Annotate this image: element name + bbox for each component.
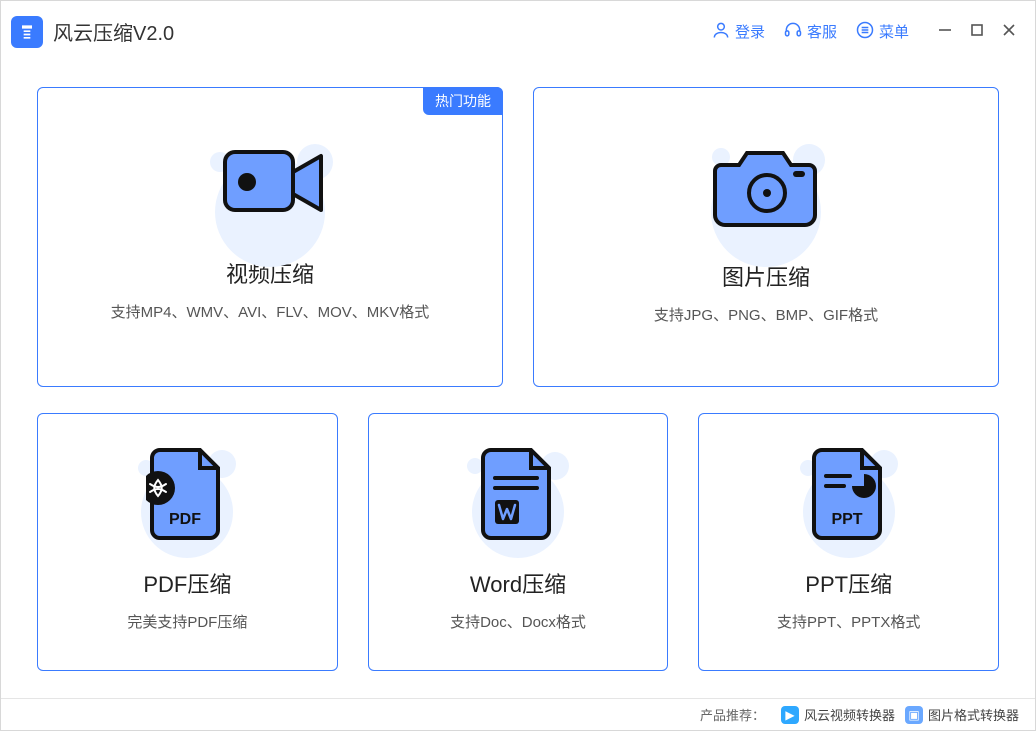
card-title: 图片压缩 bbox=[722, 260, 810, 292]
main-content: 热门功能 视频压缩 支持MP4、WMV、AVI、FLV、MOV、MKV格式 bbox=[1, 63, 1035, 707]
service-label: 客服 bbox=[807, 21, 837, 42]
recommend-app-label: 风云视频转换器 bbox=[804, 705, 895, 724]
card-subtitle: 支持PPT、PPTX格式 bbox=[777, 611, 920, 632]
card-word-compress[interactable]: Word压缩 支持Doc、Docx格式 bbox=[368, 413, 669, 671]
menu-label: 菜单 bbox=[879, 21, 909, 42]
card-row-top: 热门功能 视频压缩 支持MP4、WMV、AVI、FLV、MOV、MKV格式 bbox=[37, 87, 999, 387]
card-subtitle: 支持MP4、WMV、AVI、FLV、MOV、MKV格式 bbox=[111, 301, 430, 322]
svg-text:PDF: PDF bbox=[169, 511, 201, 528]
pdf-file-icon: PDF bbox=[146, 446, 228, 549]
recommend-app-image-converter[interactable]: ▣ 图片格式转换器 bbox=[905, 705, 1019, 724]
play-icon: ▶ bbox=[781, 706, 799, 724]
service-button[interactable]: 客服 bbox=[783, 20, 837, 44]
image-icon: ▣ bbox=[905, 706, 923, 724]
card-row-bottom: PDF PDF压缩 完美支持PDF压缩 bbox=[37, 413, 999, 671]
recommend-app-video-converter[interactable]: ▶ 风云视频转换器 bbox=[781, 705, 895, 724]
maximize-button[interactable] bbox=[963, 18, 991, 46]
hot-badge: 热门功能 bbox=[423, 87, 503, 115]
card-ppt-compress[interactable]: PPT PPT压缩 支持PPT、PPTX格式 bbox=[698, 413, 999, 671]
card-subtitle: 支持JPG、PNG、BMP、GIF格式 bbox=[654, 304, 878, 325]
card-title: PDF压缩 bbox=[143, 567, 231, 599]
login-label: 登录 bbox=[735, 21, 765, 42]
recommend-app-label: 图片格式转换器 bbox=[928, 705, 1019, 724]
titlebar: 风云压缩V2.0 登录 客服 菜单 bbox=[1, 1, 1035, 63]
footer: 产品推荐： ▶ 风云视频转换器 ▣ 图片格式转换器 bbox=[1, 698, 1035, 730]
word-file-icon bbox=[477, 446, 559, 549]
app-logo-icon bbox=[11, 16, 43, 48]
app-title: 风云压缩V2.0 bbox=[53, 17, 174, 46]
card-pdf-compress[interactable]: PDF PDF压缩 完美支持PDF压缩 bbox=[37, 413, 338, 671]
menu-icon bbox=[855, 20, 879, 44]
ppt-file-icon: PPT bbox=[808, 446, 890, 549]
user-icon bbox=[711, 20, 735, 44]
video-camera-icon bbox=[211, 138, 329, 235]
card-subtitle: 支持Doc、Docx格式 bbox=[450, 611, 586, 632]
card-image-compress[interactable]: 图片压缩 支持JPG、PNG、BMP、GIF格式 bbox=[533, 87, 999, 387]
card-title: Word压缩 bbox=[470, 567, 566, 599]
minimize-icon bbox=[938, 23, 952, 40]
camera-icon bbox=[707, 135, 825, 238]
card-video-compress[interactable]: 热门功能 视频压缩 支持MP4、WMV、AVI、FLV、MOV、MKV格式 bbox=[37, 87, 503, 387]
login-button[interactable]: 登录 bbox=[711, 20, 765, 44]
card-title: 视频压缩 bbox=[226, 257, 314, 289]
close-icon bbox=[1002, 23, 1016, 40]
minimize-button[interactable] bbox=[931, 18, 959, 46]
svg-text:PPT: PPT bbox=[831, 511, 862, 528]
maximize-icon bbox=[970, 23, 984, 40]
card-title: PPT压缩 bbox=[805, 567, 892, 599]
menu-button[interactable]: 菜单 bbox=[855, 20, 909, 44]
headset-icon bbox=[783, 20, 807, 44]
close-button[interactable] bbox=[995, 18, 1023, 46]
footer-label: 产品推荐： bbox=[700, 705, 765, 724]
card-subtitle: 完美支持PDF压缩 bbox=[127, 611, 247, 632]
